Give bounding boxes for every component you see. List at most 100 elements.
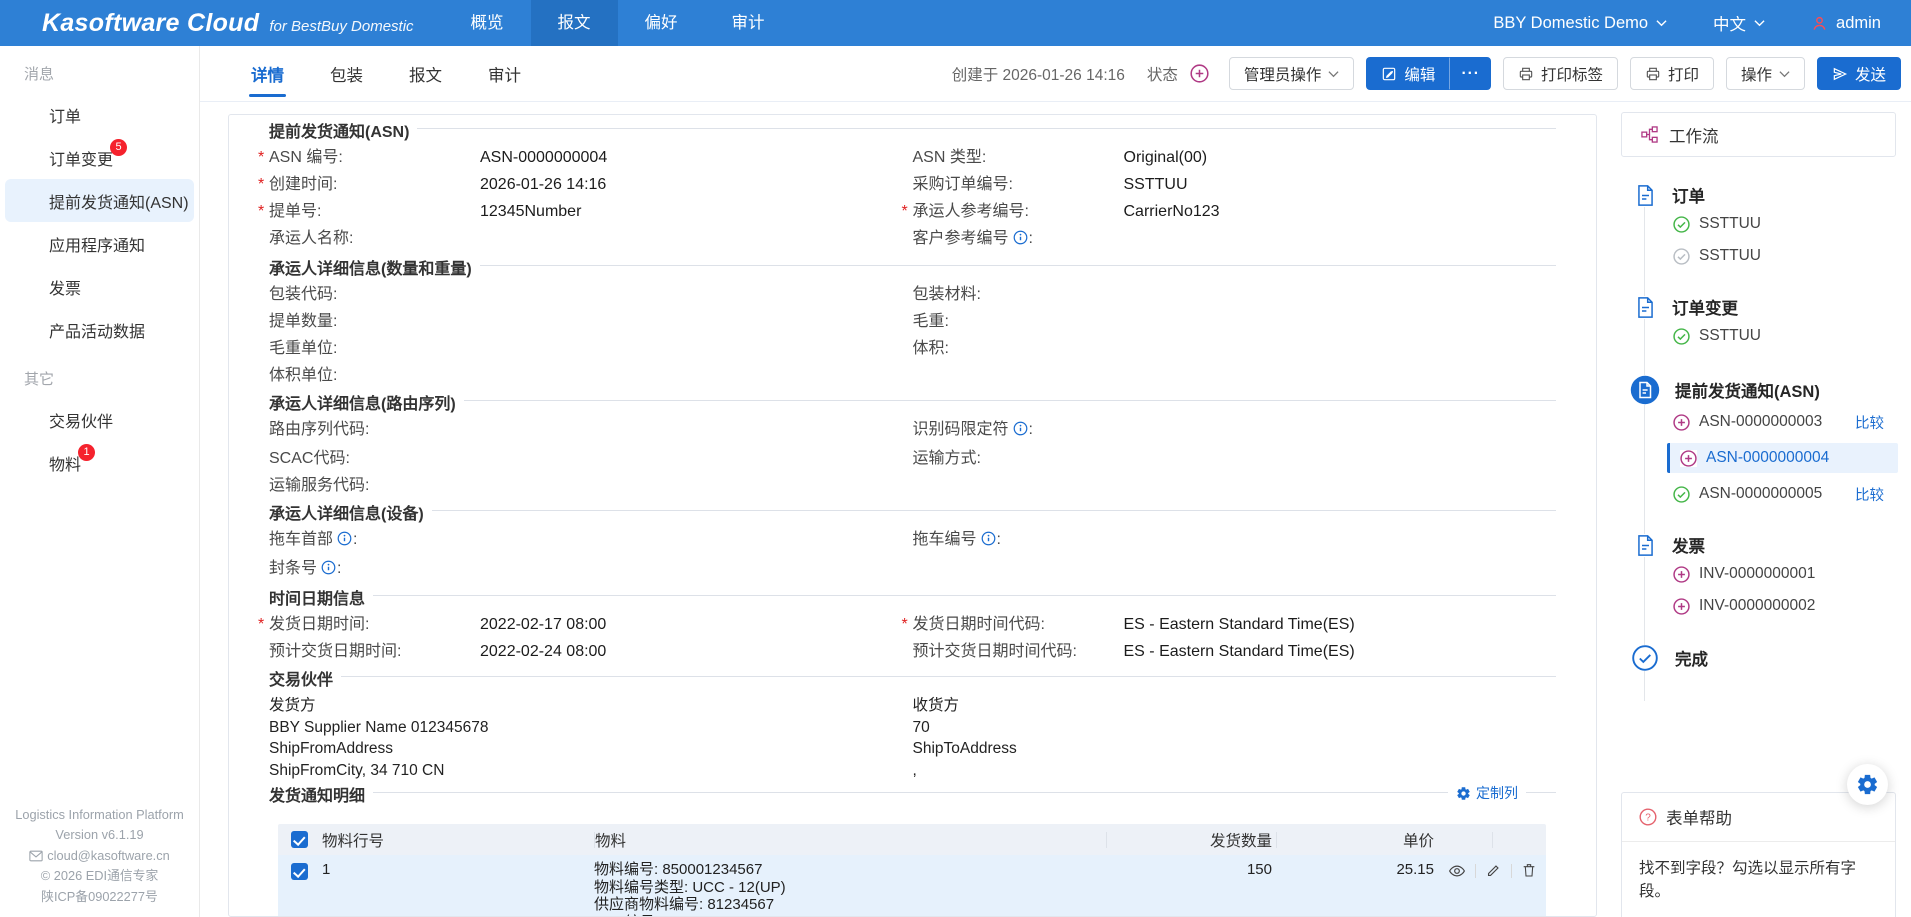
field-grid: 包装代码:包装材料:提单数量:毛重:毛重单位:体积:体积单位: xyxy=(269,281,1556,389)
select-all-checkbox[interactable] xyxy=(291,831,308,848)
tab-audit[interactable]: 审计 xyxy=(465,46,544,101)
chevron-down-icon xyxy=(1754,19,1765,27)
check-circle-icon xyxy=(1630,645,1660,671)
edit-row-button[interactable] xyxy=(1485,862,1502,879)
workflow-item[interactable]: SSTTUU xyxy=(1673,245,1884,267)
sidebar-item-orders[interactable]: 订单 xyxy=(5,93,194,136)
workflow-step-header[interactable]: 订单 xyxy=(1633,183,1911,207)
created-at: 创建于 2026-01-26 14:16 xyxy=(952,63,1125,85)
form-field: 封条号: xyxy=(269,555,913,584)
workflow-step-header[interactable]: 发票 xyxy=(1633,533,1911,557)
tab-details[interactable]: 详情 xyxy=(228,46,307,101)
document-icon xyxy=(1630,375,1660,405)
info-icon[interactable] xyxy=(337,528,352,555)
sidebar-item-label: 物料 xyxy=(49,451,81,475)
top-nav-tabs: 概览报文偏好审计 xyxy=(444,0,792,46)
required-star: * xyxy=(258,171,264,198)
form-field: 提单数量: xyxy=(269,308,913,335)
field-label: 识别码限定符: xyxy=(913,416,1124,445)
form-field: *创建时间:2026-01-26 14:16 xyxy=(269,171,913,198)
language-switcher[interactable]: 中文 xyxy=(1713,11,1765,35)
unit-price-cell: 25.15 xyxy=(1276,861,1438,917)
circle-plus-icon xyxy=(1680,450,1697,467)
print-button[interactable]: 打印 xyxy=(1630,57,1714,90)
workflow-item[interactable]: SSTTUU xyxy=(1673,325,1884,347)
right-rail: 工作流 订单SSTTUUSSTTUU订单变更SSTTUU提前发货通知(ASN)A… xyxy=(1611,102,1911,917)
view-row-button[interactable] xyxy=(1448,862,1466,880)
sidebar-item-asn[interactable]: 提前发货通知(ASN) xyxy=(5,179,194,222)
field-label: 承运人名称: xyxy=(269,225,480,254)
field-label: 预计交货日期时间: xyxy=(269,638,480,665)
form-field: *承运人参考编号:CarrierNo123 xyxy=(913,198,1557,225)
top-tab-audit[interactable]: 审计 xyxy=(705,0,792,46)
field-label: ASN 类型: xyxy=(913,144,1124,171)
content-header: 详情包装报文审计 创建于 2026-01-26 14:16 状态 管理员操作 编… xyxy=(200,46,1911,102)
edit-button[interactable]: 编辑 xyxy=(1366,57,1450,90)
tab-packaging[interactable]: 包装 xyxy=(307,46,386,101)
status-circle-plus-icon xyxy=(1190,64,1209,83)
workflow-step-header[interactable]: 完成 xyxy=(1633,645,1911,671)
sidebar-item-materials[interactable]: 物料1 xyxy=(5,441,194,484)
top-tab-overview[interactable]: 概览 xyxy=(444,0,531,46)
sidebar-item-invoices[interactable]: 发票 xyxy=(5,265,194,308)
field-label: *ASN 编号: xyxy=(269,144,480,171)
workflow-item[interactable]: SSTTUU xyxy=(1673,213,1884,235)
sidebar-item-product-activity[interactable]: 产品活动数据 xyxy=(5,308,194,351)
admin-actions-button[interactable]: 管理员操作 xyxy=(1229,57,1355,90)
top-tab-messages[interactable]: 报文 xyxy=(531,0,618,46)
form-field: 承运人名称: xyxy=(269,225,913,254)
form-section-1: 提前发货通知(ASN)*ASN 编号:ASN-0000000004ASN 类型:… xyxy=(269,128,1556,254)
field-grid: 路由序列代码:识别码限定符:SCAC代码:运输方式:运输服务代码: xyxy=(269,416,1556,499)
workflow-step-order-change: 订单变更 SSTTUU xyxy=(1633,295,1911,347)
edit-more-button[interactable]: ··· xyxy=(1450,57,1491,90)
user-menu[interactable]: admin xyxy=(1811,14,1881,33)
compare-link[interactable]: 比较 xyxy=(1855,484,1884,505)
status-label: 状态 xyxy=(1147,63,1178,85)
form-section-4: 承运人详细信息(设备)拖车首部:拖车编号:封条号: xyxy=(269,510,1556,584)
actions-button[interactable]: 操作 xyxy=(1726,57,1805,90)
workflow-item[interactable]: INV-0000000001 xyxy=(1673,563,1884,585)
sidebar-item-label: 发票 xyxy=(49,275,81,299)
row-actions xyxy=(1438,861,1546,917)
tab-message[interactable]: 报文 xyxy=(386,46,465,101)
ship-qty-cell: 150 xyxy=(1106,861,1276,917)
field-label: 毛重单位: xyxy=(269,335,480,362)
chevron-down-icon xyxy=(1328,70,1339,78)
workflow-step-header[interactable]: 提前发货通知(ASN) xyxy=(1633,375,1911,405)
info-icon[interactable] xyxy=(1013,227,1028,254)
circle-plus-icon xyxy=(1673,566,1690,583)
field-label: 拖车编号: xyxy=(913,526,1124,555)
print-label-button[interactable]: 打印标签 xyxy=(1503,57,1618,90)
sidebar-item-app-notifications[interactable]: 应用程序通知 xyxy=(5,222,194,265)
workflow-item[interactable]: ASN-0000000004 xyxy=(1667,443,1898,473)
top-tab-preferences[interactable]: 偏好 xyxy=(618,0,705,46)
field-value: CarrierNo123 xyxy=(1124,198,1220,225)
sidebar-item-trading-partners[interactable]: 交易伙伴 xyxy=(5,398,194,441)
compare-link[interactable]: 比较 xyxy=(1855,412,1884,433)
send-button[interactable]: 发送 xyxy=(1817,57,1901,90)
field-label: *创建时间: xyxy=(269,171,480,198)
form-field: 预计交货日期时间代码:ES - Eastern Standard Time(ES… xyxy=(913,638,1557,665)
brand-logo[interactable]: Kasoftware Cloud for BestBuy Domestic xyxy=(42,9,414,38)
workflow-item[interactable]: ASN-0000000003比较 xyxy=(1673,411,1884,433)
workflow-step-label: 完成 xyxy=(1675,646,1708,670)
field-grid: *发货日期时间:2022-02-17 08:00*发货日期时间代码:ES - E… xyxy=(269,611,1556,665)
section-title: 交易伙伴 xyxy=(261,666,341,690)
delete-row-button[interactable] xyxy=(1521,862,1537,878)
workflow-item[interactable]: ASN-0000000005比较 xyxy=(1673,483,1884,505)
required-star: * xyxy=(258,611,264,638)
address-line: ShipFromAddress xyxy=(269,738,913,760)
row-checkbox[interactable] xyxy=(291,863,308,880)
workflow-item[interactable]: INV-0000000002 xyxy=(1673,595,1884,617)
sidebar-item-order-changes[interactable]: 订单变更5 xyxy=(5,136,194,179)
org-switcher[interactable]: BBY Domestic Demo xyxy=(1493,14,1667,33)
workflow-step-header[interactable]: 订单变更 xyxy=(1633,295,1911,319)
field-label: 预计交货日期时间代码: xyxy=(913,638,1124,665)
settings-fab-button[interactable] xyxy=(1847,764,1888,805)
info-icon[interactable] xyxy=(1013,418,1028,445)
sidebar-footer-line: Version v6.1.19 xyxy=(0,825,199,845)
info-icon[interactable] xyxy=(981,528,996,555)
address-grid: 发货方BBY Supplier Name 012345678ShipFromAd… xyxy=(269,695,1556,781)
info-icon[interactable] xyxy=(321,557,336,584)
customize-columns-link[interactable]: 定制列 xyxy=(1448,783,1526,803)
